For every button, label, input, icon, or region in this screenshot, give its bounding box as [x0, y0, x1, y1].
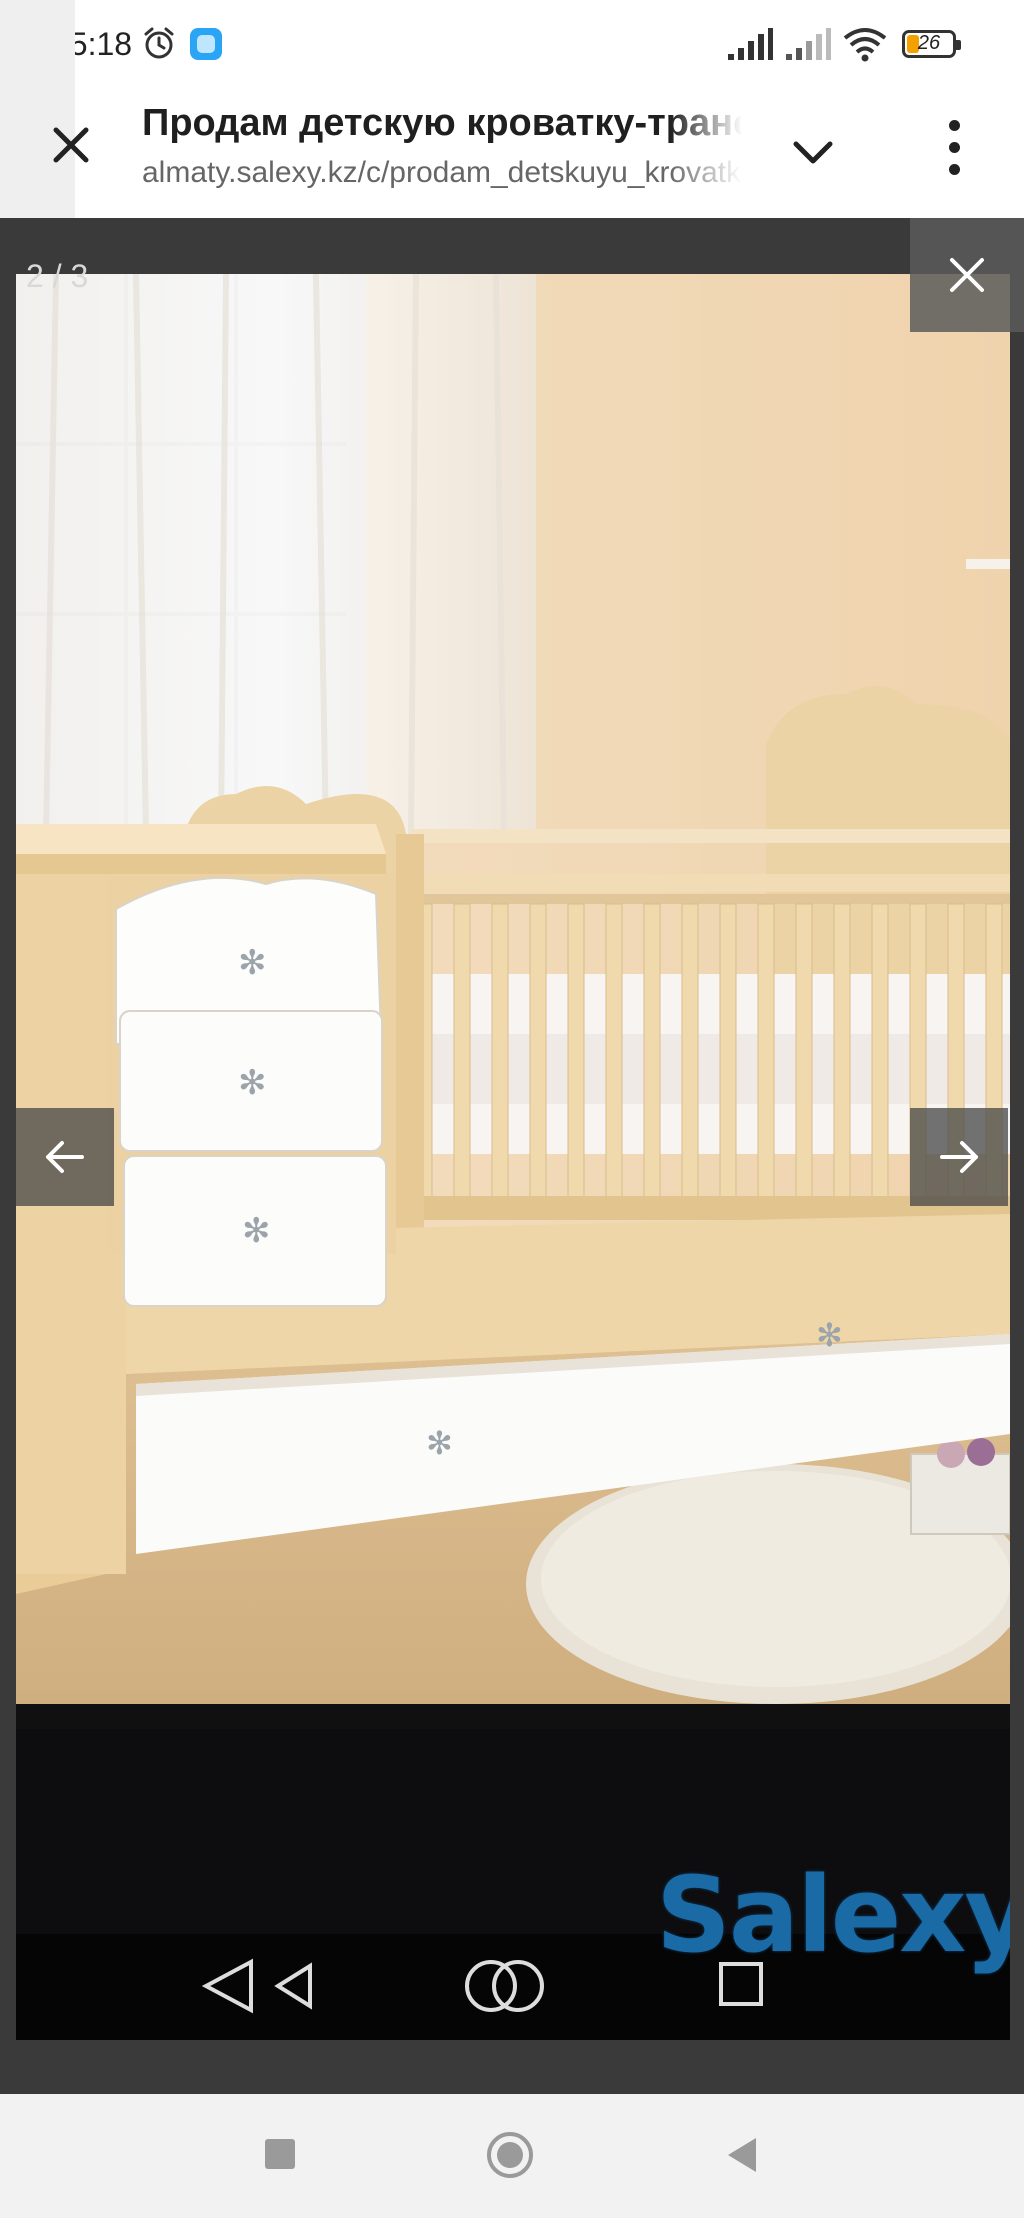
recent-apps-icon[interactable]	[265, 2139, 295, 2169]
home-icon[interactable]	[486, 2131, 534, 2179]
close-icon[interactable]	[910, 218, 1024, 332]
product-photo[interactable]: ✻ ✻ ✻ ✻ ✻ Salexy	[16, 274, 1010, 2040]
signal-icon	[728, 28, 773, 60]
arrow-right-icon[interactable]	[910, 1108, 1008, 1206]
page-url[interactable]: almaty.salexy.kz/c/prodam_detskuyu_krova…	[142, 156, 742, 196]
app-notification-icon	[190, 28, 222, 60]
battery-level: 26	[917, 32, 941, 54]
arrow-left-icon[interactable]	[16, 1108, 114, 1206]
close-icon[interactable]	[46, 120, 96, 170]
signal-icon	[786, 28, 831, 60]
back-icon[interactable]	[722, 2134, 762, 2176]
svg-text:✻: ✻	[238, 943, 267, 983]
svg-text:✻: ✻	[816, 1316, 843, 1354]
svg-text:✻: ✻	[238, 1063, 267, 1103]
image-counter: 2 / 3	[26, 258, 89, 294]
image-lightbox: ✻ ✻ ✻ ✻ ✻ Salexy 2 / 3	[0, 218, 1024, 2094]
alarm-icon	[144, 27, 174, 59]
system-nav-bar	[0, 2094, 1024, 2218]
svg-text:✻: ✻	[426, 1424, 453, 1462]
wifi-icon	[843, 28, 887, 62]
chevron-down-icon[interactable]	[790, 130, 836, 176]
browser-header: Продам детскую кроватку-трансформер alma…	[0, 0, 1024, 218]
header-shade	[0, 0, 75, 218]
crib-photo: ✻ ✻ ✻ ✻ ✻	[16, 274, 1010, 2040]
svg-text:✻: ✻	[242, 1211, 271, 1251]
battery-icon: 26	[902, 30, 961, 58]
page-title[interactable]: Продам детскую кроватку-трансформер	[142, 102, 742, 146]
watermark-logo: Salexy	[656, 1854, 1010, 1976]
status-bar: 15:18 26	[0, 0, 1024, 90]
more-vert-icon[interactable]	[936, 120, 974, 184]
